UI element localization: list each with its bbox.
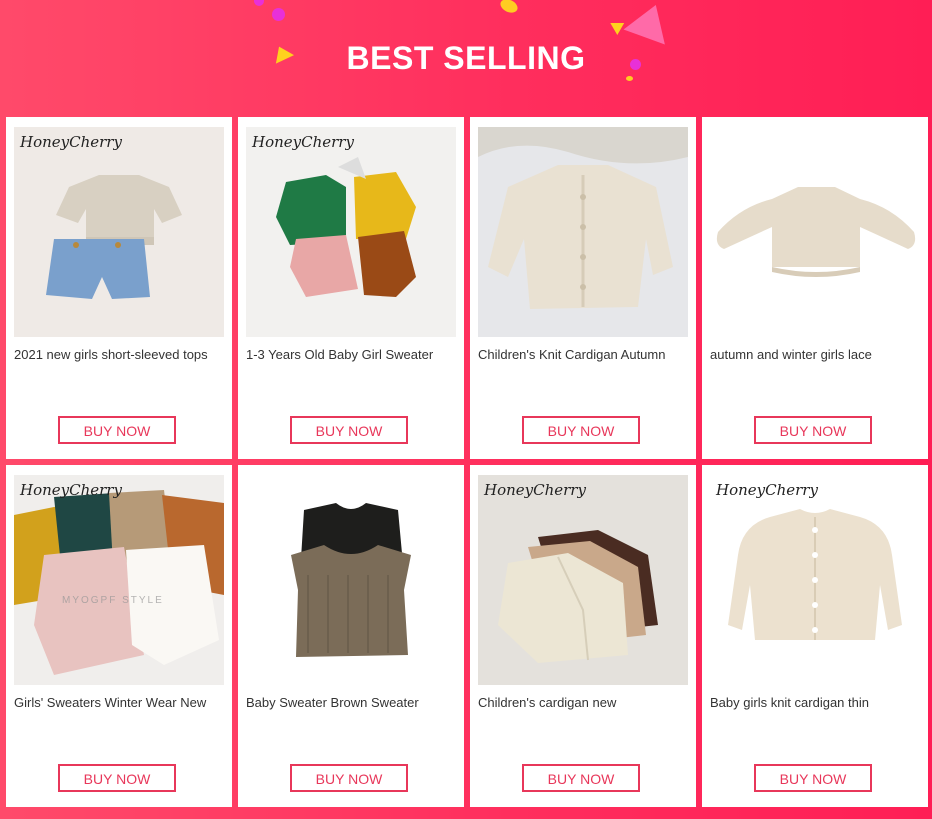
brand-logo: HoneyCherry [252,133,354,151]
product-image[interactable] [478,127,688,337]
product-image[interactable]: HoneyCherry [14,127,224,337]
product-card[interactable]: autumn and winter girls lace BUY NOW [702,117,928,459]
buy-now-button[interactable]: BUY NOW [522,416,640,444]
section-title: BEST SELLING [346,40,586,76]
product-grid: HoneyCherry 2021 new girls short-sleeved… [6,117,928,807]
product-name[interactable]: Children's Knit Cardigan Autumn [478,347,690,362]
brand-logo: HoneyCherry [484,481,586,499]
product-card[interactable]: Children's Knit Cardigan Autumn BUY NOW [470,117,696,459]
buy-now-button[interactable]: BUY NOW [58,764,176,792]
product-card[interactable]: HoneyCherry MYOGPF STYLE Girls' Sweaters… [6,465,232,807]
product-image[interactable]: HoneyCherry [710,475,920,685]
buy-now-button[interactable]: BUY NOW [290,764,408,792]
product-card[interactable]: HoneyCherry Children's cardigan new BUY … [470,465,696,807]
knit-top-and-denim-shorts-illustration [14,127,224,337]
layered-cardigans-illustration [478,475,688,685]
lace-knit-sweater-illustration [710,127,920,337]
product-image[interactable] [710,127,920,337]
product-name[interactable]: 2021 new girls short-sleeved tops [14,347,226,362]
confetti-dot [254,0,264,6]
product-card[interactable]: Baby Sweater Brown Sweater BUY NOW [238,465,464,807]
fluffy-sweaters-stack-illustration [14,475,224,685]
product-image[interactable]: HoneyCherry MYOGPF STYLE [14,475,224,685]
product-name[interactable]: 1-3 Years Old Baby Girl Sweater [246,347,458,362]
confetti-coin [498,0,520,16]
buy-now-button[interactable]: BUY NOW [290,416,408,444]
brand-logo: HoneyCherry [20,481,122,499]
product-card[interactable]: HoneyCherry 1-3 Years Old Baby Girl Swea… [238,117,464,459]
product-name[interactable]: Baby Sweater Brown Sweater [246,695,458,710]
product-name[interactable]: Girls' Sweaters Winter Wear New [14,695,226,710]
confetti-triangle [623,0,677,45]
product-name[interactable]: Baby girls knit cardigan thin [710,695,922,710]
four-colored-cardigans-illustration [246,127,456,337]
brand-logo: HoneyCherry [716,481,818,499]
product-card[interactable]: HoneyCherry 2021 new girls short-sleeved… [6,117,232,459]
cream-cable-knit-cardigan-illustration [478,127,688,337]
product-image[interactable]: HoneyCherry [246,127,456,337]
product-image[interactable] [246,475,456,685]
buy-now-button[interactable]: BUY NOW [58,416,176,444]
watermark-text: MYOGPF STYLE [62,595,164,606]
pointelle-cardigan-illustration [710,475,920,685]
buy-now-button[interactable]: BUY NOW [754,416,872,444]
knit-vests-illustration [246,475,456,685]
product-name[interactable]: Children's cardigan new [478,695,690,710]
buy-now-button[interactable]: BUY NOW [754,764,872,792]
product-name[interactable]: autumn and winter girls lace [710,347,922,362]
buy-now-button[interactable]: BUY NOW [522,764,640,792]
brand-logo: HoneyCherry [20,133,122,151]
confetti-dot [272,8,285,21]
product-card[interactable]: HoneyCherry Baby girls knit cardigan thi… [702,465,928,807]
product-image[interactable]: HoneyCherry [478,475,688,685]
